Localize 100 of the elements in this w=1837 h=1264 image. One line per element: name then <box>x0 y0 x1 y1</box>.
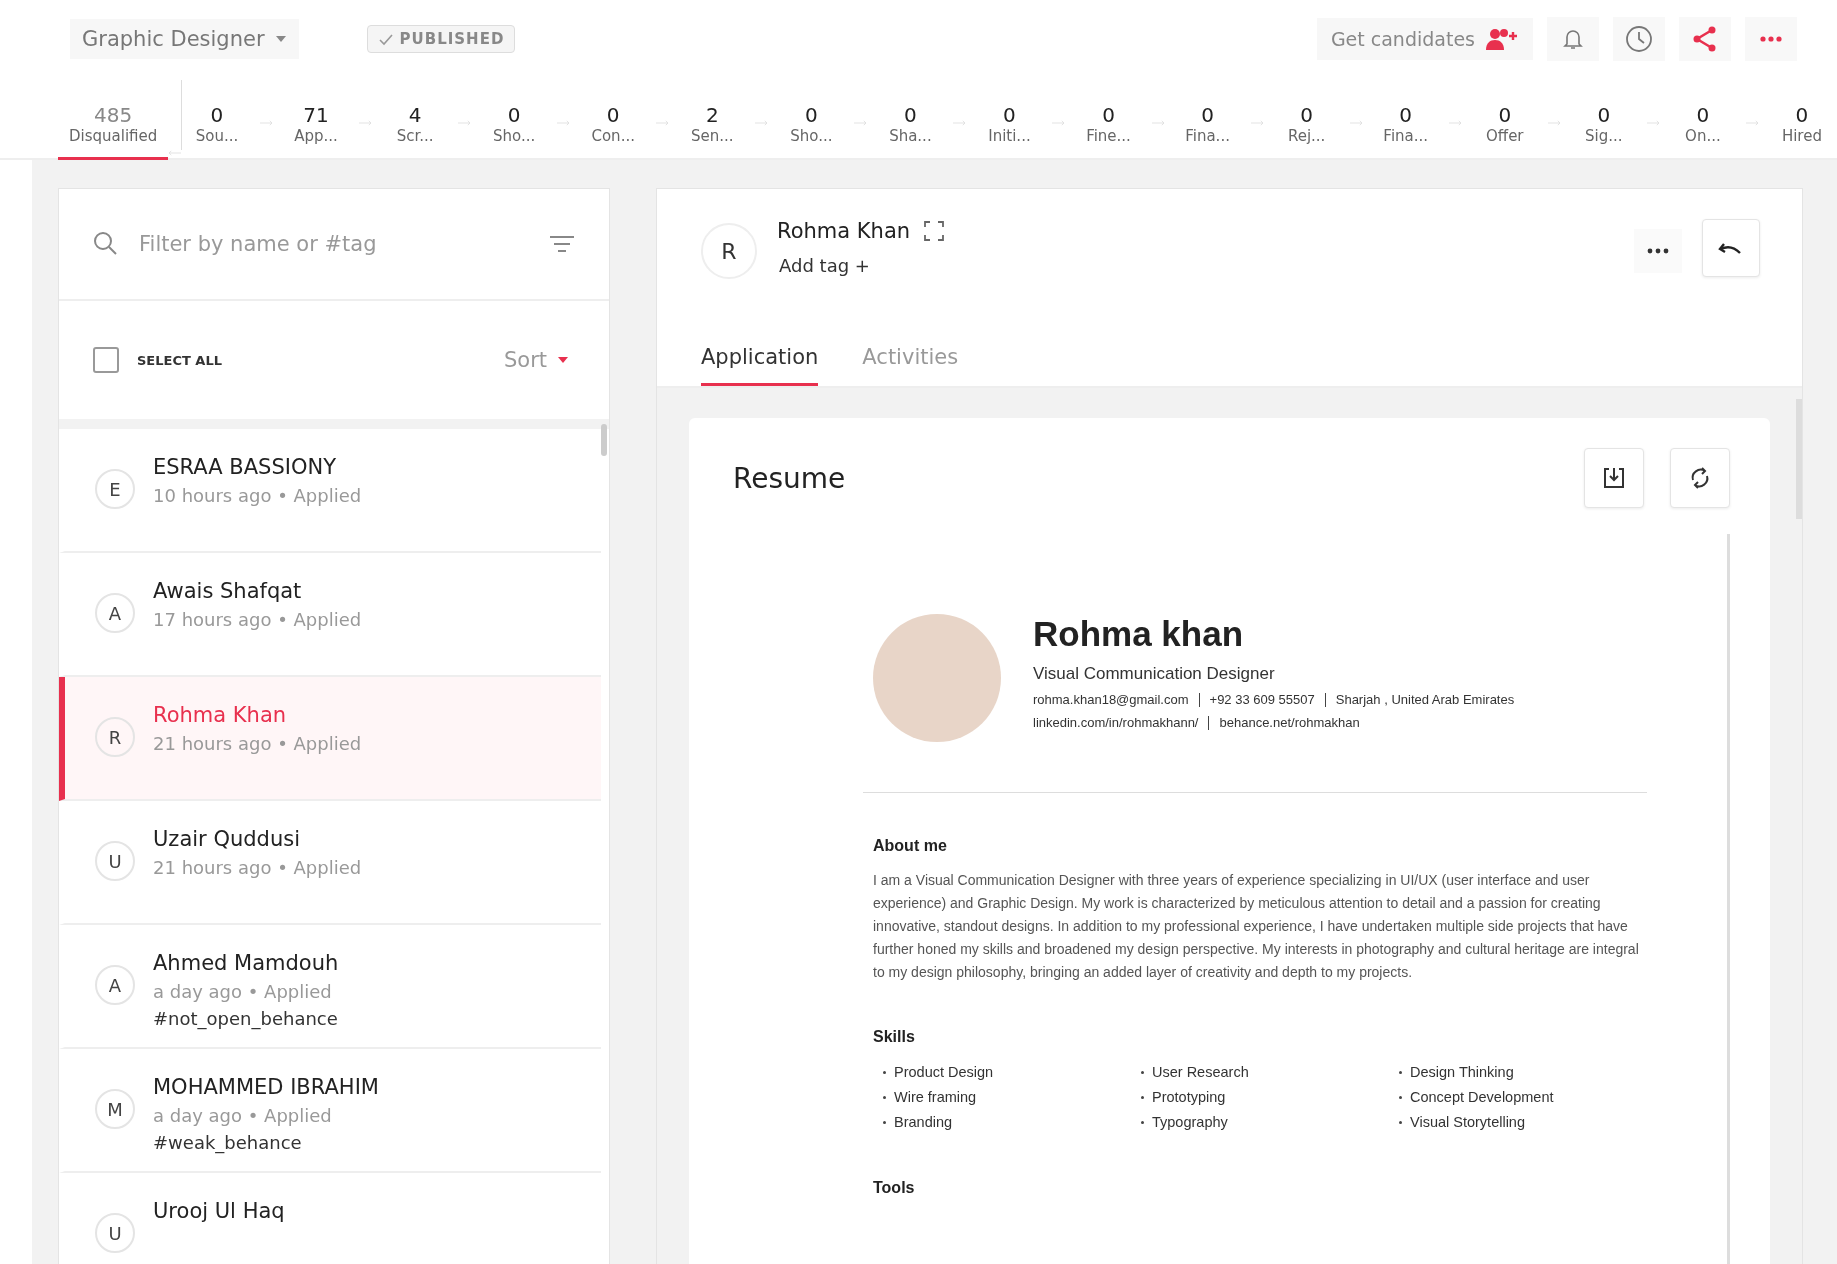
select-all-checkbox[interactable] <box>93 347 119 373</box>
contact-detail: behance.net/rohmakhan <box>1219 715 1360 730</box>
pipeline-stage-tab[interactable]: 0 Fina... <box>1172 95 1243 160</box>
candidate-name: ESRAA BASSIONY <box>153 455 338 479</box>
download-icon <box>1602 466 1626 490</box>
arrow-right-icon <box>359 118 373 128</box>
arrow-right-icon <box>755 118 769 128</box>
pipeline-stage-tab[interactable]: 2 Sen... <box>677 95 748 160</box>
avatar-circle: U <box>95 1213 135 1253</box>
section-heading: About me <box>873 837 948 855</box>
candidate-list-item[interactable]: U Uzair Quddusi 21 hours ago • Applied <box>59 801 601 925</box>
scrollbar-thumb[interactable] <box>601 424 607 456</box>
avatar-circle: R <box>701 223 757 279</box>
candidate-list-item[interactable]: A Ahmed Mamdouh a day ago • Applied #not_open_behance <box>59 925 601 1049</box>
candidate-list-item[interactable]: E ESRAA BASSIONY 10 hours ago • Applied <box>59 429 601 553</box>
add-tag-button[interactable]: Add tag + <box>777 255 872 276</box>
refresh-button[interactable] <box>1670 448 1730 508</box>
bell-icon <box>1561 27 1585 51</box>
history-button[interactable] <box>1613 17 1665 61</box>
avatar-circle: R <box>95 717 135 757</box>
arrow-right-icon <box>259 118 273 128</box>
bullet-icon <box>883 1096 886 1099</box>
expand-icon <box>924 221 945 241</box>
bullet-icon <box>1399 1121 1402 1124</box>
candidate-meta: 17 hours ago • Applied <box>153 609 362 630</box>
add-people-icon <box>1485 26 1519 52</box>
resume-role: Visual Communication Designer <box>1033 664 1276 684</box>
contact-detail: +92 33 609 55507 <box>1209 692 1315 707</box>
arrow-right-icon <box>1745 118 1759 128</box>
more-button[interactable] <box>1745 17 1797 61</box>
more-button[interactable] <box>1634 229 1682 273</box>
candidate-name: Urooj Ul Haq <box>153 1199 285 1223</box>
pipeline-stage-tab[interactable]: 0 Rej... <box>1271 95 1342 160</box>
resume-name: Rohma khan <box>1033 614 1245 654</box>
arrow-right-icon <box>1349 118 1363 128</box>
bullet-icon <box>883 1121 886 1124</box>
skill-item: Branding <box>894 1113 953 1132</box>
candidate-name: Rohma Khan <box>777 219 911 243</box>
skill-item: Concept Development <box>1410 1088 1554 1107</box>
pipeline-stage-tab[interactable]: 0 On... <box>1667 95 1738 160</box>
avatar-circle: M <box>95 1089 135 1129</box>
resume-title: Resume <box>733 461 846 495</box>
pipeline-stage-tab[interactable]: 4 Scr... <box>380 95 451 160</box>
contact-detail: Sharjah , United Arab Emirates <box>1335 692 1515 707</box>
dots-icon <box>1647 248 1669 254</box>
arrow-right-icon <box>1646 118 1660 128</box>
candidate-meta: a day ago • Applied <box>153 1105 333 1126</box>
arrow-left-icon <box>168 148 182 158</box>
arrow-right-icon <box>1250 118 1264 128</box>
candidate-list-item[interactable]: U Urooj Ul Haq <box>59 1173 601 1264</box>
avatar-circle: U <box>95 841 135 881</box>
about-paragraph: I am a Visual Communication Designer with three years of experience specializing in UI/UX (user interface and user experience) and Graphic Design. My work is characterized by meticulous attention to detail and a passion for creating innovative, standout designs. In addition to my professional experience, I have undertaken multiple side projects that have further honed my skills and broadened my design perspective. My interests in photography and cultural heritage are integral to my design philosophy, bringing an added layer of creativity and depth to my projects. <box>873 871 1640 982</box>
pipeline-stage-tab[interactable]: 0 Hired <box>1766 95 1837 160</box>
pipeline-stage-tab[interactable]: 0 Sha... <box>875 95 946 160</box>
candidate-meta: a day ago • Applied <box>153 981 333 1002</box>
pipeline-stage-tab[interactable]: 0 Fina... <box>1370 95 1441 160</box>
candidate-meta: 21 hours ago • Applied <box>153 857 362 878</box>
section-heading: Skills <box>873 1028 916 1046</box>
pipeline-stage-tab[interactable]: 0 Sho... <box>776 95 847 160</box>
skill-item: Prototyping <box>1152 1088 1226 1107</box>
search-icon <box>93 231 119 257</box>
status-badge: PUBLISHED <box>366 25 516 53</box>
caret-icon <box>557 356 569 364</box>
share-button[interactable] <box>1679 17 1731 61</box>
pipeline-stage-tab[interactable]: 0 Sig... <box>1568 95 1639 160</box>
candidate-list-item[interactable]: R Rohma Khan 21 hours ago • Applied <box>59 677 601 801</box>
contact-detail: linkedin.com/in/rohmakhann/ <box>1033 715 1199 730</box>
pipeline-stage-tab[interactable]: 0 Sho... <box>479 95 550 160</box>
candidate-tag: #weak_behance <box>153 1132 379 1153</box>
arrow-right-icon <box>1547 118 1561 128</box>
pipeline-stage-tab[interactable]: 0 Fine... <box>1073 95 1144 160</box>
candidate-tag: #not_open_behance <box>153 1008 339 1029</box>
download-button[interactable] <box>1584 448 1644 508</box>
section-heading: Tools <box>873 1179 916 1197</box>
bullet-icon <box>1141 1121 1144 1124</box>
candidate-name: MOHAMMED IBRAHIM <box>153 1075 379 1099</box>
candidate-name: Uzair Quddusi <box>153 827 301 851</box>
job-title-dropdown[interactable]: Graphic Designer <box>70 19 299 59</box>
arrow-right-icon <box>854 118 868 128</box>
arrow-right-icon <box>458 118 472 128</box>
candidate-list-item[interactable]: M MOHAMMED IBRAHIM a day ago • Applied #weak_behance <box>59 1049 601 1173</box>
pipeline-stage-tab[interactable]: 0 Con... <box>578 95 649 160</box>
caret-icon <box>274 34 287 44</box>
pipeline-stage-tab[interactable]: 0 Initi... <box>974 95 1045 160</box>
avatar-circle: A <box>95 593 135 633</box>
skill-item: User Research <box>1152 1063 1249 1082</box>
arrow-right-icon <box>557 118 571 128</box>
pipeline-stage-tab[interactable]: 0 Offer <box>1469 95 1540 160</box>
notification-button[interactable] <box>1547 17 1599 61</box>
contact-detail: rohma.khan18@gmail.com <box>1033 692 1189 707</box>
pipeline-stage-tab[interactable]: 0 Sou... <box>181 95 252 160</box>
arrow-right-icon <box>1448 118 1462 128</box>
avatar-circle: E <box>95 469 135 509</box>
bullet-icon <box>883 1071 886 1074</box>
share-icon <box>1692 26 1718 52</box>
pipeline-stage-tab[interactable]: 71 App... <box>281 95 351 160</box>
skill-item: Typography <box>1152 1113 1228 1132</box>
undo-button[interactable] <box>1702 219 1760 277</box>
arrow-right-icon <box>656 118 670 128</box>
bullet-icon <box>1141 1071 1144 1074</box>
